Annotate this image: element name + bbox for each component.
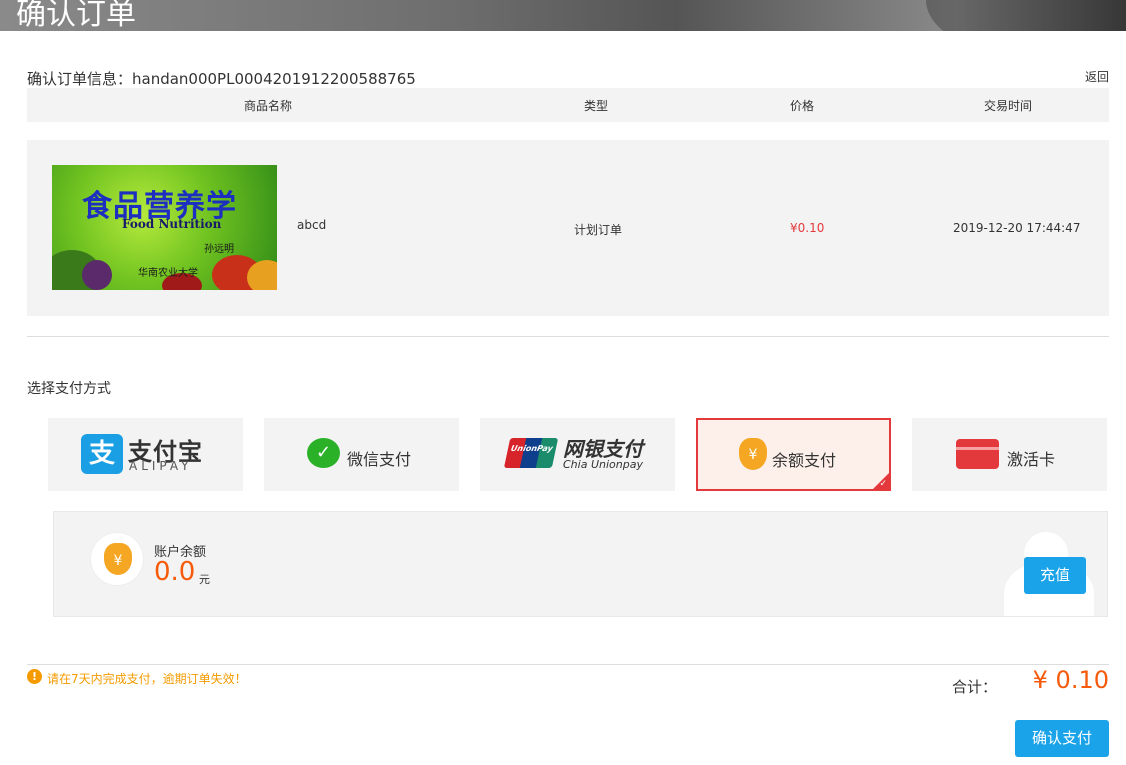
pay-option-wechat[interactable]: ✓ 微信支付 xyxy=(264,418,459,491)
order-type: 计划订单 xyxy=(574,223,623,237)
transaction-time: 2019-12-20 17:44:47 xyxy=(953,221,1081,235)
pay-option-balance[interactable]: ¥ 余额支付 ✓ xyxy=(696,418,891,491)
product-price: ¥0.10 xyxy=(790,221,825,235)
unionpay-label-en: Chia Unionpay xyxy=(563,458,643,471)
pay-option-alipay[interactable]: 支 支付宝 ALIPAY xyxy=(48,418,243,491)
return-link[interactable]: 返回 xyxy=(1085,68,1109,85)
header-price: 价格 xyxy=(790,99,815,113)
check-icon: ✓ xyxy=(879,479,887,489)
page-title: 确认订单 xyxy=(16,0,136,31)
header-type: 类型 xyxy=(584,99,609,113)
product-cover-image[interactable]: 食品营养学 Food Nutrition 孙远明 华南农业大学 xyxy=(52,165,277,290)
total-amount: ¥ 0.10 xyxy=(1032,666,1109,694)
confirm-payment-button[interactable]: 确认支付 xyxy=(1015,720,1109,757)
pay-option-card[interactable]: 激活卡 xyxy=(912,418,1107,491)
cover-publisher: 华南农业大学 xyxy=(138,268,198,279)
warning-icon: ! xyxy=(27,669,42,684)
divider xyxy=(27,664,1109,665)
table-row: 食品营养学 Food Nutrition 孙远明 华南农业大学 abcd 计划订… xyxy=(27,140,1109,316)
money-bag-icon: ¥ xyxy=(739,438,767,470)
header-product-name: 商品名称 xyxy=(244,99,293,113)
wechat-icon: ✓ xyxy=(307,438,340,468)
cover-subtitle: Food Nutrition xyxy=(122,217,222,231)
header-time: 交易时间 xyxy=(984,99,1033,113)
alipay-label-en: ALIPAY xyxy=(129,459,193,473)
cover-fruit-decoration xyxy=(82,260,112,290)
header-decoration xyxy=(926,0,1126,31)
payment-section-title: 选择支付方式 xyxy=(27,381,111,397)
cover-fruit-decoration xyxy=(247,260,277,290)
page-header: 确认订单 xyxy=(0,0,1126,31)
wechat-label: 微信支付 xyxy=(347,450,412,469)
product-name[interactable]: abcd xyxy=(297,218,326,232)
recharge-button[interactable]: 充值 xyxy=(1024,557,1086,594)
order-info-label: 确认订单信息：handan000PL0004201912200588765 xyxy=(27,70,416,88)
payment-deadline-warning: 请在7天内完成支付，逾期订单失效！ xyxy=(47,672,247,686)
cover-author: 孙远明 xyxy=(204,244,234,255)
pay-option-unionpay[interactable]: UnionPay 网银支付 Chia Unionpay xyxy=(480,418,675,491)
alipay-icon: 支 xyxy=(81,434,123,474)
card-label: 激活卡 xyxy=(1007,450,1056,469)
balance-panel: ¥ 账户余额 0.0 元 充值 xyxy=(53,511,1108,617)
order-table-header: 商品名称 类型 价格 交易时间 xyxy=(27,88,1109,122)
money-bag-icon: ¥ xyxy=(104,543,132,575)
balance-pay-label: 余额支付 xyxy=(772,451,837,470)
card-icon xyxy=(956,439,999,469)
unionpay-icon: UnionPay xyxy=(503,438,559,468)
balance-avatar: ¥ xyxy=(90,532,144,586)
total-label: 合计： xyxy=(952,678,998,696)
divider xyxy=(27,336,1109,337)
balance-amount: 0.0 xyxy=(154,557,196,587)
balance-unit: 元 xyxy=(199,573,210,586)
